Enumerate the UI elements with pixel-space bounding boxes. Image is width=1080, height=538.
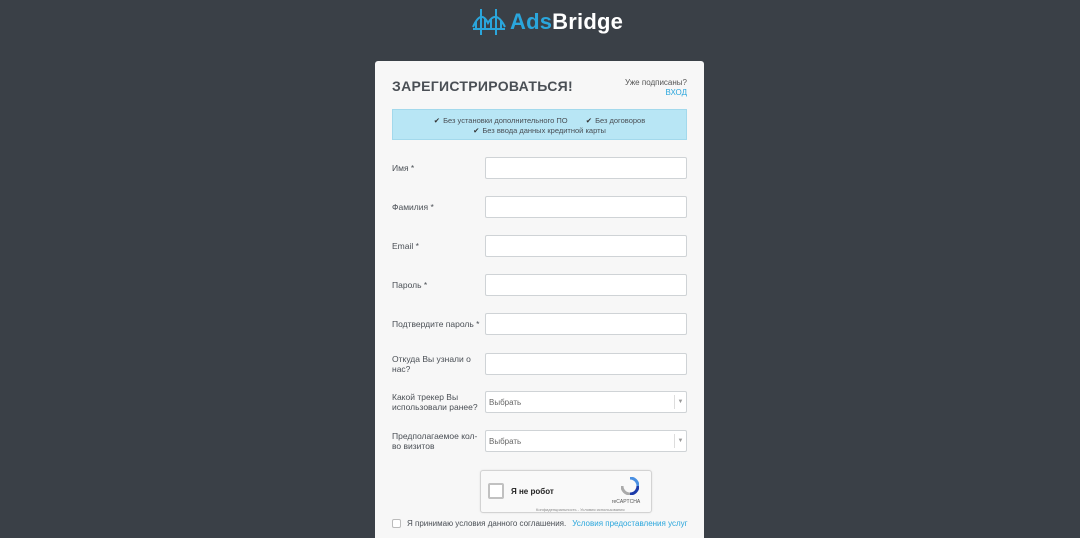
last-name-label: Фамилия *: [392, 202, 434, 212]
benefit-item: Без установки дополнительного ПО: [443, 116, 568, 125]
first-name-input[interactable]: [485, 157, 687, 179]
recaptcha-brand: reCAPTCHA: [611, 499, 641, 505]
confirm-password-label: Подтвердите пароль *: [392, 319, 480, 329]
check-icon: ✔: [433, 116, 441, 125]
tracker-row: Какой трекер Вы использовали ранее? Выбр…: [392, 391, 687, 413]
recaptcha-label: Я не робот: [511, 487, 554, 496]
visits-select-value: Выбрать: [489, 436, 522, 446]
terms-text: Я принимаю условия данного соглашения.: [407, 519, 567, 528]
check-icon: ✔: [473, 126, 480, 135]
benefit-item: Без ввода данных кредитной карты: [482, 126, 606, 135]
email-row: Email *: [392, 235, 687, 257]
terms-agreement: Я принимаю условия данного соглашения. У…: [392, 519, 688, 528]
last-name-input[interactable]: [485, 196, 687, 218]
recaptcha-terms[interactable]: Конфиденциальность - Условия использован…: [536, 507, 625, 512]
email-input[interactable]: [485, 235, 687, 257]
benefit-item: Без договоров: [595, 116, 646, 125]
chevron-down-icon[interactable]: ▼: [674, 434, 686, 448]
bridge-logo-icon: [472, 9, 506, 35]
recaptcha-checkbox[interactable]: [488, 483, 504, 499]
confirm-password-row: Подтвердите пароль *: [392, 313, 687, 335]
last-name-row: Фамилия *: [392, 196, 687, 218]
registration-card: ЗАРЕГИСТРИРОВАТЬСЯ! Уже подписаны? ВХОД …: [375, 61, 704, 538]
check-icon: ✔: [585, 116, 593, 125]
page-title: ЗАРЕГИСТРИРОВАТЬСЯ!: [392, 78, 573, 94]
recaptcha-logo-icon: [621, 477, 639, 495]
password-row: Пароль *: [392, 274, 687, 296]
password-input[interactable]: [485, 274, 687, 296]
login-prompt: Уже подписаны? ВХОД: [625, 78, 687, 98]
referral-source-row: Откуда Вы узнали о нас?: [392, 353, 687, 375]
tracker-select[interactable]: Выбрать ▼: [485, 391, 687, 413]
tracker-select-value: Выбрать: [489, 397, 522, 407]
password-label: Пароль *: [392, 280, 428, 290]
referral-source-label: Откуда Вы узнали о нас?: [392, 354, 471, 374]
logo-text: AdsBridge: [510, 9, 624, 34]
first-name-label: Имя *: [392, 163, 415, 173]
visits-select[interactable]: Выбрать ▼: [485, 430, 687, 452]
first-name-row: Имя *: [392, 157, 687, 179]
login-link[interactable]: ВХОД: [625, 88, 687, 98]
terms-checkbox[interactable]: [392, 519, 401, 528]
terms-link[interactable]: Условия предоставления услуг: [572, 519, 687, 528]
already-subscribed-text: Уже подписаны?: [625, 78, 687, 87]
adsbridge-logo[interactable]: AdsBridge: [472, 4, 623, 40]
recaptcha-widget: Я не робот reCAPTCHA Конфиденциальность …: [480, 470, 652, 513]
visits-row: Предполагаемое кол-во визитов Выбрать ▼: [392, 430, 687, 452]
chevron-down-icon[interactable]: ▼: [674, 395, 686, 409]
referral-source-input[interactable]: [485, 353, 687, 375]
email-label: Email *: [392, 241, 419, 251]
visits-label: Предполагаемое кол-во визитов: [392, 431, 478, 451]
benefits-banner: ✔ Без установки дополнительного ПО ✔ Без д…: [392, 109, 687, 140]
confirm-password-input[interactable]: [485, 313, 687, 335]
tracker-label: Какой трекер Вы использовали ранее?: [392, 392, 478, 412]
